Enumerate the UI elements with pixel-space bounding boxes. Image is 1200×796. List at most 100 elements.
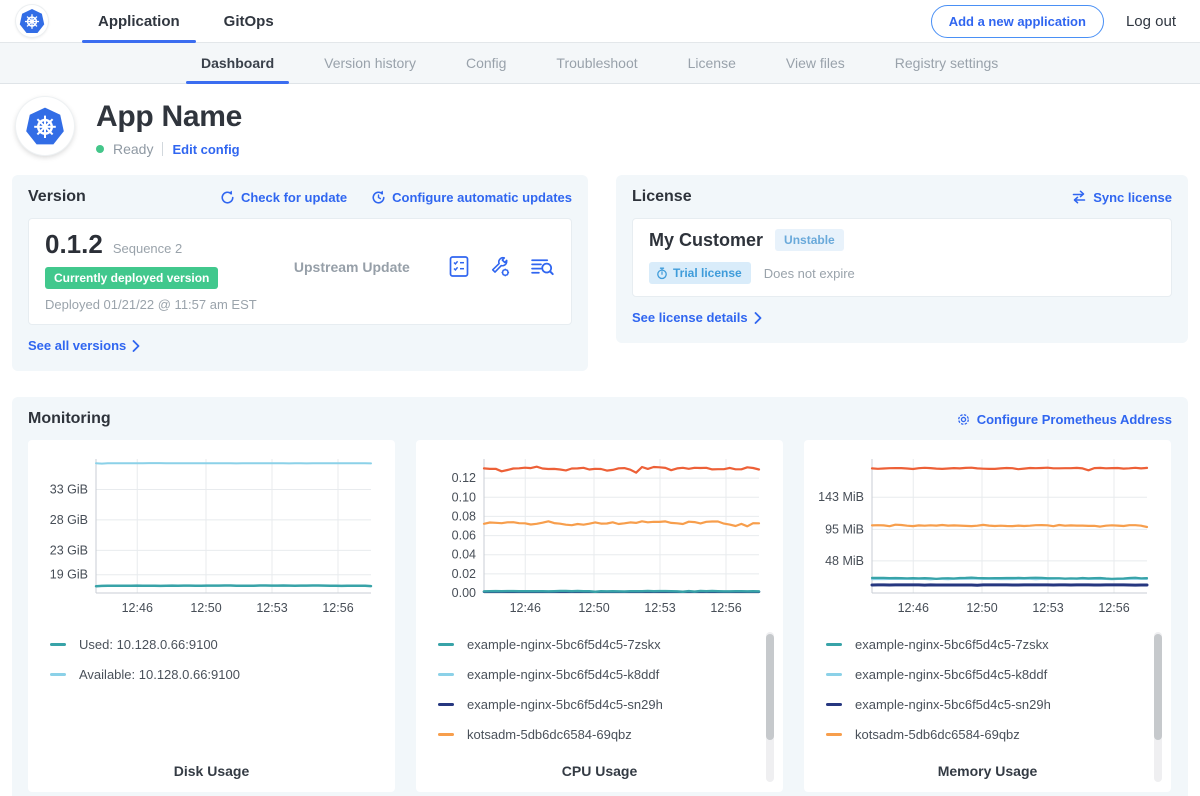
legend-item: Available: 10.128.0.66:9100 (50, 667, 383, 682)
monitoring-title: Monitoring (28, 410, 111, 428)
page-title: App Name (96, 100, 242, 134)
disk-usage-chart: 33 GiB28 GiB23 GiB19 GiB12:4612:5012:531… (40, 450, 379, 620)
legend-scrollbar-track[interactable] (766, 632, 774, 782)
version-source-label: Upstream Update (294, 259, 410, 275)
tab-config[interactable]: Config (441, 43, 531, 83)
tab-dashboard[interactable]: Dashboard (176, 43, 299, 83)
cpu-usage-chart: 0.120.100.080.060.040.020.0012:4612:5012… (428, 450, 767, 620)
legend-label: example-nginx-5bc6f5d4c5-sn29h (467, 697, 663, 712)
configure-prometheus-link[interactable]: Configure Prometheus Address (956, 412, 1172, 427)
edit-config-link[interactable]: Edit config (172, 142, 239, 157)
svg-text:95 MiB: 95 MiB (825, 522, 864, 536)
log-search-icon[interactable] (529, 254, 555, 279)
legend-item: example-nginx-5bc6f5d4c5-sn29h (438, 697, 771, 712)
legend-color-dash (438, 733, 454, 736)
configure-automatic-updates-link[interactable]: Configure automatic updates (371, 190, 572, 205)
version-number: 0.1.2 (45, 229, 103, 260)
chart-title: Disk Usage (40, 763, 383, 779)
gear-icon (956, 412, 971, 427)
legend-label: example-nginx-5bc6f5d4c5-k8ddf (467, 667, 659, 682)
legend-item: example-nginx-5bc6f5d4c5-k8ddf (438, 667, 771, 682)
version-card-title: Version (28, 188, 86, 206)
svg-text:12:53: 12:53 (256, 601, 287, 615)
wrench-gear-icon[interactable] (488, 254, 512, 279)
legend-label: example-nginx-5bc6f5d4c5-sn29h (855, 697, 1051, 712)
svg-text:12:46: 12:46 (510, 601, 541, 615)
legend-color-dash (50, 643, 66, 646)
version-sequence: Sequence 2 (113, 241, 182, 256)
svg-text:12:53: 12:53 (1032, 601, 1063, 615)
sync-license-link[interactable]: Sync license (1071, 190, 1172, 205)
auto-update-clock-icon (371, 190, 386, 205)
preflight-checklist-icon[interactable] (447, 254, 471, 279)
svg-text:0.00: 0.00 (452, 586, 476, 600)
license-card-title: License (632, 188, 692, 206)
sync-icon (1071, 190, 1087, 204)
kubernetes-logo (16, 5, 48, 37)
svg-text:0.08: 0.08 (452, 509, 476, 523)
check-for-update-link[interactable]: Check for update (220, 190, 347, 205)
legend-item: example-nginx-5bc6f5d4c5-7zskx (438, 637, 771, 652)
svg-text:12:56: 12:56 (710, 601, 741, 615)
svg-text:12:46: 12:46 (122, 601, 153, 615)
svg-text:0.02: 0.02 (452, 567, 476, 581)
logout-button[interactable]: Log out (1126, 13, 1176, 30)
memory-usage-chart-card: 143 MiB95 MiB48 MiB12:4612:5012:5312:56 … (804, 440, 1171, 792)
legend-label: Available: 10.128.0.66:9100 (79, 667, 240, 682)
tab-troubleshoot[interactable]: Troubleshoot (531, 43, 662, 83)
svg-text:12:50: 12:50 (966, 601, 997, 615)
nav-tab-application[interactable]: Application (76, 0, 202, 42)
tab-view-files[interactable]: View files (761, 43, 870, 83)
svg-text:12:53: 12:53 (644, 601, 675, 615)
see-all-versions-link[interactable]: See all versions (28, 338, 140, 353)
legend-item: kotsadm-5db6dc6584-69qbz (438, 727, 771, 742)
legend-color-dash (438, 703, 454, 706)
svg-text:12:46: 12:46 (898, 601, 929, 615)
tab-version-history[interactable]: Version history (299, 43, 441, 83)
status-text: Ready (113, 141, 153, 157)
tab-registry-settings[interactable]: Registry settings (870, 43, 1023, 83)
chevron-right-icon (132, 340, 140, 352)
memory-usage-chart: 143 MiB95 MiB48 MiB12:4612:5012:5312:56 (816, 450, 1155, 620)
cpu-usage-chart-card: 0.120.100.080.060.040.020.0012:4612:5012… (416, 440, 783, 792)
legend-color-dash (826, 703, 842, 706)
legend-label: Used: 10.128.0.66:9100 (79, 637, 218, 652)
app-avatar (16, 97, 74, 155)
top-navbar: Application GitOps Add a new application… (0, 0, 1200, 43)
license-expiry-text: Does not expire (764, 266, 855, 281)
license-card: License Sync license My Customer Unstabl… (616, 175, 1188, 343)
svg-text:0.10: 0.10 (452, 490, 476, 504)
tab-license[interactable]: License (663, 43, 761, 83)
legend-item: example-nginx-5bc6f5d4c5-sn29h (826, 697, 1159, 712)
svg-text:0.06: 0.06 (452, 529, 476, 543)
svg-text:33 GiB: 33 GiB (50, 482, 88, 496)
kubernetes-app-icon (25, 106, 65, 146)
app-header: App Name Ready Edit config (0, 84, 1200, 165)
legend-scrollbar-thumb[interactable] (766, 634, 774, 740)
deployed-version-badge: Currently deployed version (45, 267, 218, 289)
legend-label: kotsadm-5db6dc6584-69qbz (467, 727, 632, 742)
chart-title: CPU Usage (428, 763, 771, 779)
legend-color-dash (438, 643, 454, 646)
trial-license-badge: Trial license (649, 262, 751, 284)
app-subnav: Dashboard Version history Config Trouble… (0, 43, 1200, 84)
add-new-application-button[interactable]: Add a new application (931, 5, 1104, 38)
nav-tab-gitops[interactable]: GitOps (202, 0, 296, 42)
version-card: Version Check for update Configure au (12, 175, 588, 371)
chart-legend: example-nginx-5bc6f5d4c5-7zskxexample-ng… (826, 637, 1159, 755)
legend-color-dash (438, 673, 454, 676)
see-license-details-link[interactable]: See license details (632, 310, 762, 325)
kubernetes-logo-icon (19, 8, 45, 34)
legend-color-dash (50, 673, 66, 676)
legend-color-dash (826, 643, 842, 646)
svg-text:28 GiB: 28 GiB (50, 513, 88, 527)
legend-color-dash (826, 673, 842, 676)
refresh-icon (220, 190, 235, 205)
legend-item: example-nginx-5bc6f5d4c5-k8ddf (826, 667, 1159, 682)
channel-badge: Unstable (775, 229, 844, 251)
svg-text:0.12: 0.12 (452, 471, 476, 485)
legend-scrollbar-track[interactable] (1154, 632, 1162, 782)
svg-text:0.04: 0.04 (452, 548, 476, 562)
legend-scrollbar-thumb[interactable] (1154, 634, 1162, 740)
svg-text:48 MiB: 48 MiB (825, 554, 864, 568)
